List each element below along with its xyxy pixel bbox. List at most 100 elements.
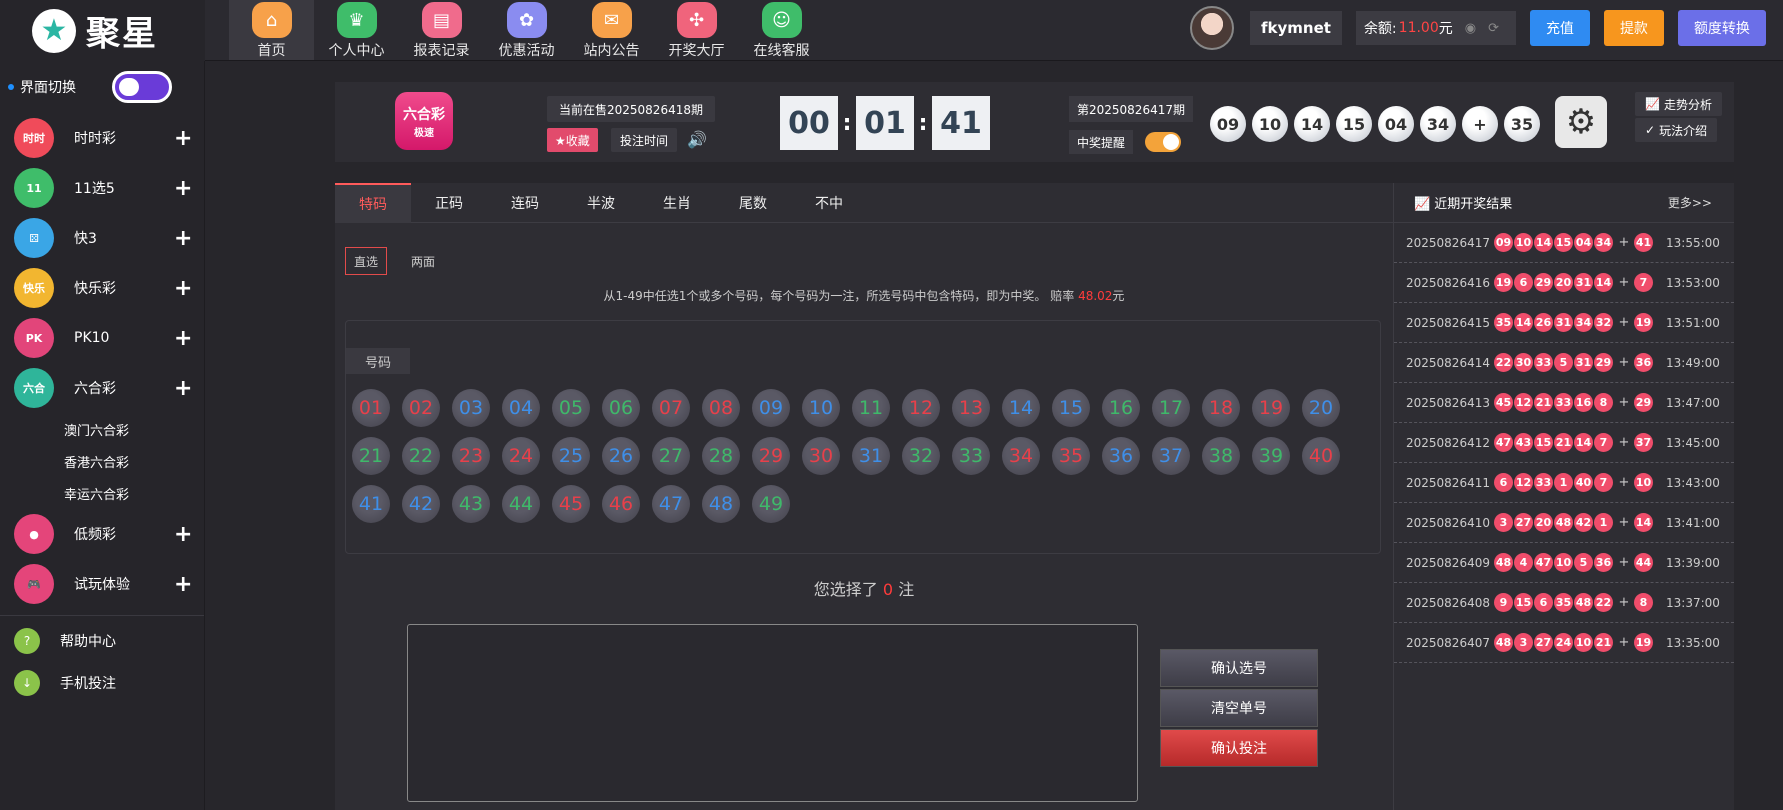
win-alert-toggle[interactable] [1145,132,1181,152]
tab-6[interactable]: 不中 [791,183,867,223]
number-ball[interactable]: 22 [402,437,440,475]
number-ball[interactable]: 13 [952,389,990,427]
number-ball[interactable]: 30 [802,437,840,475]
number-ball[interactable]: 18 [1202,389,1240,427]
sidebar-category-categories-5[interactable]: 六合 六合彩 + [0,363,204,413]
number-ball[interactable]: 11 [852,389,890,427]
number-ball[interactable]: 42 [402,485,440,523]
number-ball[interactable]: 23 [452,437,490,475]
sidebar-category-categories2-1[interactable]: 🎮 试玩体验 + [0,559,204,609]
number-ball[interactable]: 16 [1102,389,1140,427]
number-ball[interactable]: 49 [752,485,790,523]
number-ball[interactable]: 40 [1302,437,1340,475]
nav-item-3[interactable]: ✿ 优惠活动 [484,0,569,60]
number-ball[interactable]: 09 [752,389,790,427]
number-ball[interactable]: 39 [1252,437,1290,475]
sidebar-sub-item[interactable]: 香港六合彩 [0,445,204,477]
number-ball[interactable]: 48 [702,485,740,523]
plus-icon[interactable]: + [174,276,204,301]
rules-button[interactable]: ✓ 玩法介绍 [1635,118,1718,142]
speaker-icon[interactable]: 🔊 [687,130,707,149]
tab-2[interactable]: 连码 [487,183,563,223]
number-ball[interactable]: 10 [802,389,840,427]
account-button-0[interactable]: 充值 [1529,10,1590,46]
theme-toggle[interactable] [112,71,172,103]
sidebar-category-categories-1[interactable]: 11 11选5 + [0,163,204,213]
sidebar-category-categories-3[interactable]: 快乐 快乐彩 + [0,263,204,313]
number-ball[interactable]: 15 [1052,389,1090,427]
bet-time-button[interactable]: 投注时间 [611,128,678,152]
account-button-1[interactable]: 提款 [1603,10,1664,46]
number-ball[interactable]: 36 [1102,437,1140,475]
more-link[interactable]: 更多>> [1668,194,1712,211]
number-ball[interactable]: 20 [1302,389,1340,427]
plus-icon[interactable]: + [174,126,204,151]
sidebar-category-categories-0[interactable]: 时时 时时彩 + [0,113,204,163]
plus-icon[interactable]: + [174,326,204,351]
number-ball[interactable]: 24 [502,437,540,475]
number-ball[interactable]: 27 [652,437,690,475]
refresh-icon[interactable]: ⟳ [1488,21,1499,36]
number-ball[interactable]: 14 [1002,389,1040,427]
number-ball[interactable]: 33 [952,437,990,475]
nav-item-0[interactable]: ⌂ 首页 [229,0,314,60]
plus-icon[interactable]: + [174,226,204,251]
sidebar-sub-item[interactable]: 澳门六合彩 [0,413,204,445]
number-ball[interactable]: 32 [902,437,940,475]
sidebar-category-categories-4[interactable]: PK PK10 + [0,313,204,363]
plus-icon[interactable]: + [174,376,204,401]
trend-analysis-button[interactable]: 📈 走势分析 [1635,92,1722,116]
nav-item-5[interactable]: ✣ 开奖大厅 [654,0,739,60]
number-ball[interactable]: 01 [352,389,390,427]
plus-icon[interactable]: + [174,572,204,597]
plus-icon[interactable]: + [174,176,204,201]
number-ball[interactable]: 02 [402,389,440,427]
submit-bet-button[interactable]: 确认投注 [1160,729,1318,767]
bet-list-area[interactable] [407,624,1138,802]
number-ball[interactable]: 04 [502,389,540,427]
number-ball[interactable]: 31 [852,437,890,475]
number-ball[interactable]: 44 [502,485,540,523]
nav-item-1[interactable]: ♛ 个人中心 [314,0,399,60]
number-ball[interactable]: 29 [752,437,790,475]
number-ball[interactable]: 47 [652,485,690,523]
sidebar-help-item-1[interactable]: ↓ 手机投注 [0,662,204,704]
nav-item-2[interactable]: ▤ 报表记录 [399,0,484,60]
number-ball[interactable]: 37 [1152,437,1190,475]
tab-5[interactable]: 尾数 [715,183,791,223]
number-ball[interactable]: 06 [602,389,640,427]
eye-hide-icon[interactable]: ◉ [1465,21,1476,36]
number-ball[interactable]: 38 [1202,437,1240,475]
number-ball[interactable]: 43 [452,485,490,523]
number-ball[interactable]: 17 [1152,389,1190,427]
tab-0[interactable]: 特码 [335,183,411,223]
number-ball[interactable]: 07 [652,389,690,427]
number-ball[interactable]: 19 [1252,389,1290,427]
sidebar-sub-item[interactable]: 幸运六合彩 [0,477,204,509]
number-ball[interactable]: 08 [702,389,740,427]
sidebar-category-categories-2[interactable]: ⚄ 快3 + [0,213,204,263]
number-ball[interactable]: 26 [602,437,640,475]
tab-3[interactable]: 半波 [563,183,639,223]
tab-4[interactable]: 生肖 [639,183,715,223]
number-ball[interactable]: 25 [552,437,590,475]
subtab-1[interactable]: 两面 [403,247,443,275]
subtab-0[interactable]: 直选 [345,247,388,275]
number-ball[interactable]: 21 [352,437,390,475]
username[interactable]: fkymnet [1250,11,1342,45]
sidebar-help-item-0[interactable]: ? 帮助中心 [0,620,204,662]
avatar[interactable] [1190,6,1234,50]
nav-item-4[interactable]: ✉ 站内公告 [569,0,654,60]
number-ball[interactable]: 45 [552,485,590,523]
number-ball[interactable]: 46 [602,485,640,523]
number-ball[interactable]: 28 [702,437,740,475]
sidebar-category-categories2-0[interactable]: ● 低频彩 + [0,509,204,559]
confirm-selection-button[interactable]: 确认选号 [1160,649,1318,687]
favorite-button[interactable]: ★收藏 [547,128,598,152]
number-ball[interactable]: 41 [352,485,390,523]
clear-button[interactable]: 清空单号 [1160,689,1318,727]
tab-1[interactable]: 正码 [411,183,487,223]
logo[interactable]: ★ 聚星 [0,0,205,61]
number-ball[interactable]: 05 [552,389,590,427]
number-ball[interactable]: 35 [1052,437,1090,475]
